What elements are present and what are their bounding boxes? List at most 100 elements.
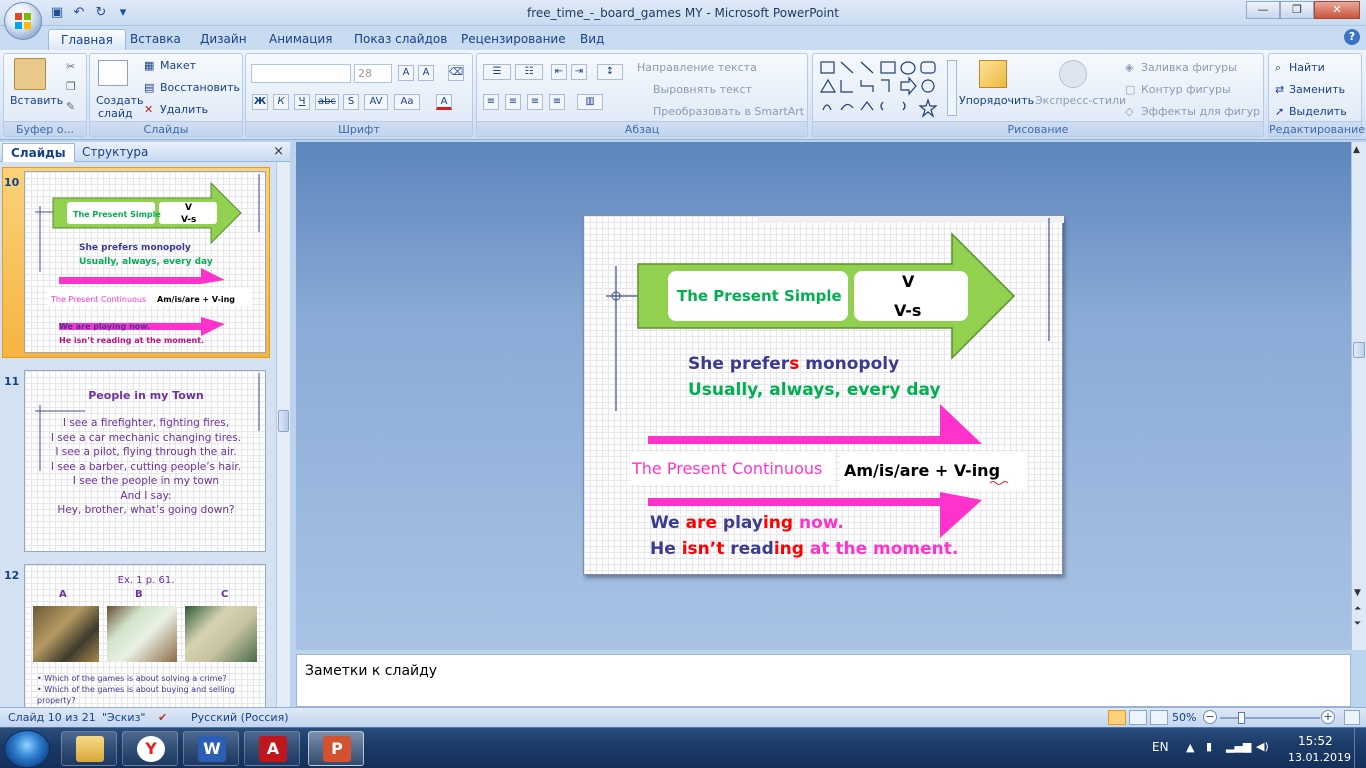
paste-icon[interactable] — [14, 58, 46, 90]
slide-scroll-thumb[interactable] — [1353, 342, 1365, 358]
tab-home[interactable]: Главная — [48, 29, 126, 50]
save-icon[interactable]: ▣ — [48, 4, 66, 22]
undo-icon[interactable]: ↶ — [70, 4, 88, 22]
language-indicator[interactable]: Русский (Россия) — [191, 711, 289, 724]
columns-icon[interactable]: ▥ — [577, 94, 603, 110]
clock-time[interactable]: 15:52 — [1298, 734, 1333, 748]
decrease-indent-icon[interactable]: ⇤ — [551, 64, 567, 80]
input-language[interactable]: EN — [1152, 740, 1169, 754]
new-slide-icon[interactable] — [98, 60, 128, 86]
align-right-icon[interactable]: ≡ — [527, 94, 543, 110]
slide-example-line1[interactable]: She prefers monopoly — [688, 354, 899, 374]
thumbnail-slide-10[interactable]: The Present Simple V V-s She prefers mon… — [24, 171, 266, 353]
bold-icon[interactable]: Ж — [252, 94, 268, 110]
slide-v[interactable]: V — [902, 272, 914, 291]
clear-format-icon[interactable]: ⌫ — [448, 65, 464, 81]
font-size-combo[interactable]: 28 — [354, 64, 392, 83]
slide-sorter-icon[interactable] — [1129, 710, 1147, 725]
show-desktop-button[interactable] — [1354, 728, 1366, 768]
slide-example-continuous-2[interactable]: He isn’t reading at the moment. — [650, 539, 958, 559]
delete-button[interactable]: Удалить — [160, 103, 208, 116]
font-name-combo[interactable] — [251, 64, 351, 83]
shape-effects-button[interactable]: Эффекты для фигур — [1141, 105, 1260, 118]
strikethrough-icon[interactable]: abc — [315, 94, 339, 110]
tab-view[interactable]: Вид — [568, 29, 616, 50]
increase-indent-icon[interactable]: ⇥ — [571, 64, 587, 80]
tab-review[interactable]: Рецензирование — [449, 29, 578, 50]
slide-present-continuous[interactable]: The Present Continuous — [632, 459, 822, 478]
thumbnail-scrollbar[interactable] — [276, 162, 290, 707]
char-spacing-icon[interactable]: AV — [364, 94, 388, 110]
slideshow-view-icon[interactable] — [1150, 710, 1168, 725]
find-button[interactable]: Найти — [1289, 61, 1325, 74]
format-painter-icon[interactable]: ✎ — [66, 100, 75, 113]
underline-icon[interactable]: Ч — [294, 94, 310, 110]
word-taskbar-button[interactable]: W — [183, 731, 239, 766]
arrange-button[interactable]: Упорядочить — [959, 94, 1034, 107]
smartart-button[interactable]: Преобразовать в SmartArt — [653, 105, 804, 118]
notes-placeholder[interactable]: Заметки к слайду — [305, 663, 437, 679]
text-direction-button[interactable]: Направление текста — [637, 61, 757, 74]
new-slide-button-line2[interactable]: слайд — [98, 107, 133, 120]
tab-animation[interactable]: Анимация — [257, 29, 344, 50]
arrange-icon[interactable] — [979, 60, 1007, 88]
next-slide-icon[interactable]: ⏷ — [1354, 619, 1361, 629]
tab-design[interactable]: Дизайн — [188, 29, 259, 50]
slide-scrollbar[interactable]: ▲ ▼ ⏶ ⏷ — [1351, 142, 1366, 650]
shape-outline-button[interactable]: Контур фигуры — [1141, 83, 1231, 96]
copy-icon[interactable]: ❐ — [66, 80, 76, 93]
tray-expand-icon[interactable]: ▲ — [1186, 741, 1194, 754]
numbering-icon[interactable]: ☷ — [515, 64, 543, 80]
thumbnail-slide-11[interactable]: People in my Town I see a firefighter, f… — [24, 370, 266, 552]
current-slide[interactable]: The Present Simple V V-s She prefers mon… — [583, 215, 1064, 575]
clock-date[interactable]: 13.01.2019 — [1288, 751, 1351, 764]
justify-icon[interactable]: ≡ — [549, 94, 565, 110]
slide-present-simple[interactable]: The Present Simple — [677, 287, 842, 305]
zoom-slider-track[interactable] — [1220, 717, 1320, 719]
scroll-up-icon[interactable]: ▲ — [1353, 145, 1360, 155]
explorer-taskbar-button[interactable] — [61, 731, 117, 766]
network-icon[interactable]: ▮ — [1206, 740, 1212, 753]
tab-insert[interactable]: Вставка — [118, 29, 193, 50]
align-text-button[interactable]: Выровнять текст — [653, 83, 752, 96]
close-button[interactable]: ✕ — [1314, 1, 1360, 19]
theme-name[interactable]: "Эскиз" — [102, 711, 146, 724]
spellcheck-icon[interactable]: ✔ — [158, 711, 167, 724]
shapes-scroll[interactable] — [947, 60, 957, 116]
reset-button[interactable]: Восстановить — [160, 81, 240, 94]
zoom-slider-thumb[interactable] — [1238, 712, 1245, 724]
quick-styles-icon[interactable] — [1059, 60, 1087, 88]
fit-slide-icon[interactable] — [1344, 710, 1360, 725]
maximize-button[interactable]: ❐ — [1280, 1, 1314, 19]
align-center-icon[interactable]: ≡ — [505, 94, 521, 110]
align-left-icon[interactable]: ≡ — [483, 94, 499, 110]
quick-styles-button[interactable]: Экспресс-стили — [1035, 94, 1126, 107]
grow-font-icon[interactable]: A — [398, 65, 414, 81]
slide-vs[interactable]: V-s — [894, 301, 921, 320]
start-button-icon[interactable] — [4, 730, 50, 768]
slide-example-line2[interactable]: Usually, always, every day — [688, 380, 941, 400]
office-button[interactable] — [4, 2, 42, 40]
italic-icon[interactable]: К — [273, 94, 289, 110]
line-spacing-icon[interactable]: ↕ — [597, 64, 623, 80]
shapes-gallery[interactable] — [817, 58, 947, 120]
normal-view-icon[interactable] — [1108, 710, 1126, 725]
volume-icon[interactable]: ◀) — [1256, 740, 1269, 753]
cut-icon[interactable]: ✂ — [66, 60, 75, 73]
thumbnail-slide-12[interactable]: Ex. 1 p. 61. A B C • Which of the games … — [24, 564, 266, 707]
font-color-icon[interactable]: A — [436, 94, 452, 110]
signal-icon[interactable]: ▂▄▆ — [1226, 740, 1251, 753]
notes-pane[interactable]: Заметки к слайду — [296, 654, 1351, 707]
slide-example-continuous-1[interactable]: We are playing now. — [650, 513, 844, 533]
shape-fill-button[interactable]: Заливка фигуры — [1141, 61, 1237, 74]
previous-slide-icon[interactable]: ⏶ — [1354, 604, 1361, 614]
zoom-in-icon[interactable]: + — [1321, 710, 1335, 724]
powerpoint-taskbar-button[interactable]: P — [308, 731, 364, 766]
tab-outline[interactable]: Структура — [74, 143, 156, 162]
tab-slides[interactable]: Слайды — [2, 143, 75, 162]
shrink-font-icon[interactable]: A — [418, 65, 434, 81]
minimize-button[interactable]: — — [1246, 1, 1280, 19]
redo-icon[interactable]: ↻ — [92, 4, 110, 22]
zoom-level[interactable]: 50% — [1172, 711, 1196, 724]
shadow-icon[interactable]: S — [343, 94, 359, 110]
